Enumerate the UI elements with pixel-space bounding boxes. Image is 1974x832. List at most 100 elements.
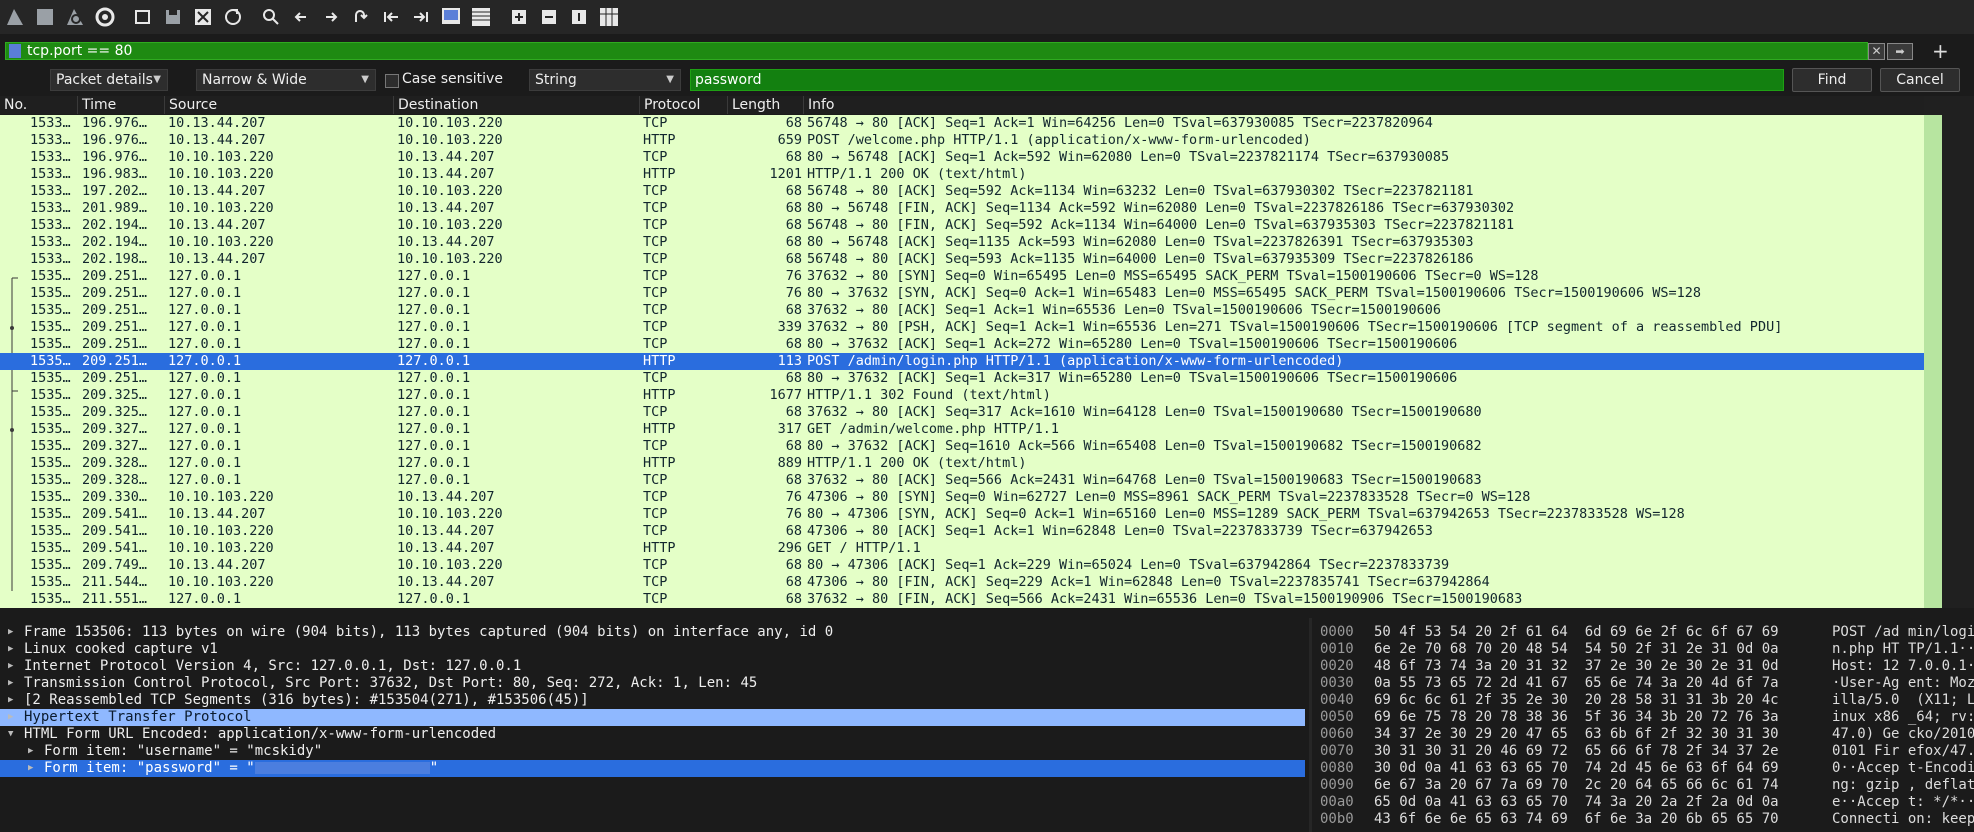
open-file-icon[interactable] xyxy=(130,4,156,30)
search-type-dropdown[interactable]: String ▼ xyxy=(529,69,681,91)
detail-tree-item[interactable]: ▶ Transmission Control Protocol, Src Port… xyxy=(0,675,1305,692)
collapsed-triangle-icon[interactable]: ▶ xyxy=(8,624,13,641)
hex-dump-row[interactable]: 00b0 43 6f 6e 6e 65 63 74 69 6f 6e 3a 20 … xyxy=(1312,811,1974,828)
collapsed-triangle-icon[interactable]: ▶ xyxy=(28,743,33,760)
packet-row[interactable]: 1535… 209.251… 127.0.0.1 127.0.0.1 HTTP 113 PO… xyxy=(0,353,1924,370)
packet-row[interactable]: 1535… 209.541… 10.13.44.207 10.10.103.220 TC… xyxy=(0,506,1924,523)
shark-fin-restart-icon[interactable] xyxy=(62,4,88,30)
packet-list-minimap[interactable] xyxy=(1924,115,1942,608)
detail-tree-item[interactable]: ▶ Form item: "username" = "mcskidy" xyxy=(0,743,1305,760)
packet-row[interactable]: 1533… 202.194… 10.13.44.207 10.10.103.220 TC… xyxy=(0,217,1924,234)
column-header-protocol[interactable]: Protocol xyxy=(640,96,728,114)
first-packet-icon[interactable] xyxy=(378,4,404,30)
column-header-length[interactable]: Length xyxy=(728,96,804,114)
hex-dump-row[interactable]: 0040 69 6c 6c 61 2f 35 2e 30 20 28 58 31 … xyxy=(1312,692,1974,709)
packet-row[interactable]: 1535… 209.749… 10.13.44.207 10.10.103.220 TC… xyxy=(0,557,1924,574)
packet-row[interactable]: 1535… 209.541… 10.10.103.220 10.13.44.207 HT… xyxy=(0,540,1924,557)
case-sensitive-checkbox[interactable] xyxy=(385,74,399,88)
forward-arrow-icon[interactable] xyxy=(318,4,344,30)
close-file-icon[interactable] xyxy=(190,4,216,30)
add-filter-button-icon[interactable]: + xyxy=(1932,40,1949,62)
hex-dump-row[interactable]: 0020 48 6f 73 74 3a 20 31 32 37 2e 30 2e … xyxy=(1312,658,1974,675)
packet-row[interactable]: 1535… 209.251… 127.0.0.1 127.0.0.1 TCP 68 3763… xyxy=(0,302,1924,319)
packet-list[interactable]: 1533… 196.976… 10.13.44.207 10.10.103.220 TC… xyxy=(0,115,1924,608)
hex-dump-row[interactable]: 00a0 65 0d 0a 41 63 63 65 70 74 3a 20 2a … xyxy=(1312,794,1974,811)
packet-row[interactable]: 1535… 211.551… 127.0.0.1 127.0.0.1 TCP 68 3763… xyxy=(0,591,1924,608)
resize-columns-icon[interactable] xyxy=(596,4,622,30)
collapsed-triangle-icon[interactable]: ▶ xyxy=(8,692,13,709)
column-header-time[interactable]: Time xyxy=(78,96,165,114)
hex-dump-row[interactable]: 0080 30 0d 0a 41 63 63 65 70 74 2d 45 6e … xyxy=(1312,760,1974,777)
hex-dump-row[interactable]: 0090 6e 67 3a 20 67 7a 69 70 2c 20 64 65 … xyxy=(1312,777,1974,794)
packet-row[interactable]: 1533… 197.202… 10.13.44.207 10.10.103.220 TC… xyxy=(0,183,1924,200)
column-header-no[interactable]: No. xyxy=(0,96,78,114)
packet-row[interactable]: 1535… 209.541… 10.10.103.220 10.13.44.207 TC… xyxy=(0,523,1924,540)
collapsed-triangle-icon[interactable]: ▶ xyxy=(8,709,13,726)
back-arrow-icon[interactable] xyxy=(288,4,314,30)
zoom-out-icon[interactable] xyxy=(536,4,562,30)
packet-row[interactable]: 1535… 209.328… 127.0.0.1 127.0.0.1 TCP 68 3763… xyxy=(0,472,1924,489)
column-header-destination[interactable]: Destination xyxy=(394,96,640,114)
hex-dump-row[interactable]: 0010 6e 2e 70 68 70 20 48 54 54 50 2f 31 … xyxy=(1312,641,1974,658)
detail-tree-item[interactable]: ▶ Frame 153506: 113 bytes on wire (904 bi… xyxy=(0,624,1305,641)
clear-filter-icon[interactable]: ✕ xyxy=(1868,43,1885,60)
stop-square-icon[interactable] xyxy=(32,4,58,30)
packet-row[interactable]: 1535… 209.325… 127.0.0.1 127.0.0.1 HTTP 1677 H… xyxy=(0,387,1924,404)
collapsed-triangle-icon[interactable]: ▶ xyxy=(8,675,13,692)
bookmark-icon[interactable] xyxy=(9,44,21,58)
apply-filter-icon[interactable]: ➡ xyxy=(1887,43,1913,60)
packet-bytes-pane[interactable]: 0000 50 4f 53 54 20 2f 61 64 6d 69 6e 2f … xyxy=(1312,618,1974,832)
last-packet-icon[interactable] xyxy=(408,4,434,30)
zoom-in-icon[interactable] xyxy=(506,4,532,30)
packet-row[interactable]: 1535… 209.325… 127.0.0.1 127.0.0.1 TCP 68 3763… xyxy=(0,404,1924,421)
packet-row[interactable]: 1533… 196.976… 10.13.44.207 10.10.103.220 HT… xyxy=(0,132,1924,149)
packet-row[interactable]: 1533… 196.983… 10.10.103.220 10.13.44.207 HT… xyxy=(0,166,1924,183)
packet-details-pane[interactable]: ▶ Frame 153506: 113 bytes on wire (904 bi… xyxy=(0,618,1309,832)
gear-options-icon[interactable] xyxy=(92,4,118,30)
packet-row[interactable]: 1533… 202.198… 10.13.44.207 10.10.103.220 TC… xyxy=(0,251,1924,268)
packet-row[interactable]: 1535… 211.544… 10.10.103.220 10.13.44.207 TC… xyxy=(0,574,1924,591)
hex-dump-row[interactable]: 0070 30 31 30 31 20 46 69 72 65 66 6f 78 … xyxy=(1312,743,1974,760)
search-in-dropdown[interactable]: Packet details ▼ xyxy=(50,69,168,91)
packet-row[interactable]: 1535… 209.328… 127.0.0.1 127.0.0.1 HTTP 889 HT… xyxy=(0,455,1924,472)
cancel-button[interactable]: Cancel xyxy=(1880,68,1960,92)
detail-tree-item[interactable]: ▶ Hypertext Transfer Protocol xyxy=(0,709,1305,726)
packet-row[interactable]: 1533… 196.976… 10.10.103.220 10.13.44.207 TC… xyxy=(0,149,1924,166)
packet-row[interactable]: 1535… 209.327… 127.0.0.1 127.0.0.1 HTTP 317 GE… xyxy=(0,421,1924,438)
display-filter-input[interactable]: tcp.port == 80 xyxy=(5,42,1868,60)
hex-dump-row[interactable]: 0030 0a 55 73 65 72 2d 41 67 65 6e 74 3a … xyxy=(1312,675,1974,692)
hex-dump-row[interactable]: 0060 34 37 2e 30 29 20 47 65 63 6b 6f 2f … xyxy=(1312,726,1974,743)
collapsed-triangle-icon[interactable]: ▶ xyxy=(28,760,33,777)
normal-size-icon[interactable] xyxy=(566,4,592,30)
detail-tree-item[interactable]: ▼ HTML Form URL Encoded: application/x-ww… xyxy=(0,726,1305,743)
auto-scroll-icon[interactable] xyxy=(438,4,464,30)
hex-dump-row[interactable]: 0000 50 4f 53 54 20 2f 61 64 6d 69 6e 2f … xyxy=(1312,624,1974,641)
packet-row[interactable]: 1533… 202.194… 10.10.103.220 10.13.44.207 TC… xyxy=(0,234,1924,251)
find-button[interactable]: Find xyxy=(1792,68,1872,92)
detail-tree-item[interactable]: ▶ Form item: "password" = " " xyxy=(0,760,1305,777)
reload-icon[interactable] xyxy=(220,4,246,30)
packet-row[interactable]: 1535… 209.251… 127.0.0.1 127.0.0.1 TCP 68 80 →… xyxy=(0,336,1924,353)
detail-tree-item[interactable]: ▶ [2 Reassembled TCP Segments (316 bytes)… xyxy=(0,692,1305,709)
column-header-source[interactable]: Source xyxy=(165,96,394,114)
detail-tree-item[interactable]: ▶ Linux cooked capture v1 xyxy=(0,641,1305,658)
shark-fin-start-icon[interactable] xyxy=(2,4,28,30)
colorize-icon[interactable] xyxy=(468,4,494,30)
go-to-packet-icon[interactable] xyxy=(348,4,374,30)
packet-row[interactable]: 1535… 209.327… 127.0.0.1 127.0.0.1 TCP 68 80 →… xyxy=(0,438,1924,455)
detail-tree-item[interactable]: ▶ Internet Protocol Version 4, Src: 127.0… xyxy=(0,658,1305,675)
packet-row[interactable]: 1533… 196.976… 10.13.44.207 10.10.103.220 TC… xyxy=(0,115,1924,132)
collapsed-triangle-icon[interactable]: ▶ xyxy=(8,641,13,658)
packet-row[interactable]: 1535… 209.251… 127.0.0.1 127.0.0.1 TCP 339 376… xyxy=(0,319,1924,336)
expanded-triangle-icon[interactable]: ▼ xyxy=(8,726,13,743)
packet-row[interactable]: 1535… 209.251… 127.0.0.1 127.0.0.1 TCP 68 80 →… xyxy=(0,370,1924,387)
search-icon[interactable] xyxy=(258,4,284,30)
packet-row[interactable]: 1535… 209.251… 127.0.0.1 127.0.0.1 TCP 76 80 →… xyxy=(0,285,1924,302)
packet-row[interactable]: 1535… 209.251… 127.0.0.1 127.0.0.1 TCP 76 3763… xyxy=(0,268,1924,285)
packet-row[interactable]: 1533… 201.989… 10.10.103.220 10.13.44.207 TC… xyxy=(0,200,1924,217)
collapsed-triangle-icon[interactable]: ▶ xyxy=(8,658,13,675)
packet-row[interactable]: 1535… 209.330… 10.10.103.220 10.13.44.207 TC… xyxy=(0,489,1924,506)
save-file-icon[interactable] xyxy=(160,4,186,30)
char-width-dropdown[interactable]: Narrow & Wide ▼ xyxy=(196,69,376,91)
hex-dump-row[interactable]: 0050 69 6e 75 78 20 78 38 36 5f 36 34 3b … xyxy=(1312,709,1974,726)
